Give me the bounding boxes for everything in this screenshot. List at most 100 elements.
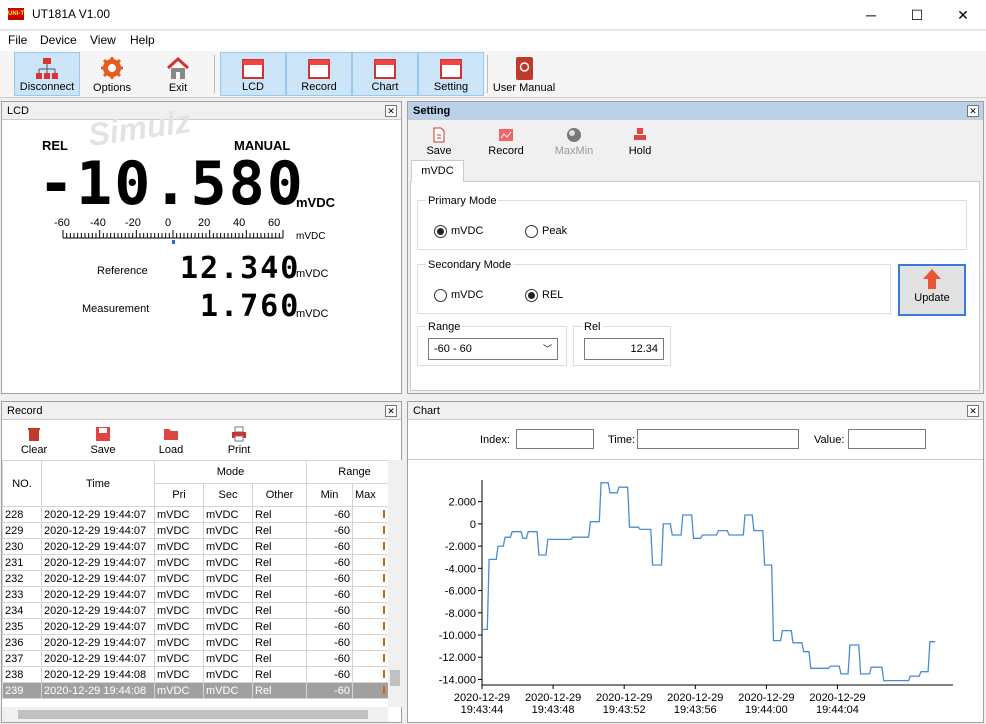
vertical-scrollbar[interactable] <box>388 460 402 707</box>
close-icon[interactable]: ✕ <box>385 105 397 117</box>
primary-mvdc-radio[interactable]: mVDC <box>434 225 483 238</box>
value-field[interactable] <box>848 429 926 449</box>
cell-pri: mVDC <box>154 618 204 635</box>
time-field[interactable] <box>637 429 799 449</box>
reference-label: Reference <box>97 265 148 277</box>
table-row[interactable]: 231 2020-12-29 19:44:07 mVDC mVDC Rel -60 <box>2 554 388 571</box>
range-value: -60 - 60 <box>434 343 472 355</box>
record-save-label: Save <box>90 444 116 456</box>
x-tick-label-date: 2020-12-29 <box>525 692 581 704</box>
header-time[interactable]: Time <box>41 460 155 507</box>
secondary-mvdc-radio[interactable]: mVDC <box>434 289 483 302</box>
menu-device[interactable]: Device <box>40 33 77 47</box>
close-icon[interactable]: ✕ <box>967 105 979 117</box>
record-toolbar-button[interactable]: Record <box>286 52 352 96</box>
x-tick-label-date: 2020-12-29 <box>667 692 723 704</box>
line-chart[interactable]: 2.000 0 -2.000 -4.000 -6.000 -8.000 -10.000 -12… <box>408 460 983 722</box>
cell-min: -60 <box>306 634 353 651</box>
scrollbar-thumb[interactable] <box>18 710 368 719</box>
close-button[interactable]: ✕ <box>940 0 986 30</box>
cell-time: 2020-12-29 19:44:07 <box>41 602 155 619</box>
table-row[interactable]: 239 2020-12-29 19:44:08 mVDC mVDC Rel -60 <box>2 682 388 699</box>
print-button[interactable]: Print <box>222 426 256 456</box>
update-button[interactable]: Update <box>898 264 966 316</box>
secondary-rel-radio[interactable]: REL <box>525 289 563 302</box>
hold-button[interactable]: Hold <box>622 127 658 157</box>
scale-label: -40 <box>90 217 106 229</box>
clear-button[interactable]: Clear <box>16 426 52 456</box>
rel-input[interactable]: 12.34 <box>584 338 664 360</box>
header-max[interactable]: Max <box>351 483 388 507</box>
range-select[interactable]: -60 - 60 ﹀ <box>428 338 558 360</box>
header-mode[interactable]: Mode <box>154 460 307 484</box>
cell-sec: mVDC <box>203 554 253 571</box>
table-row[interactable]: 237 2020-12-29 19:44:07 mVDC mVDC Rel -60 <box>2 650 388 667</box>
horizontal-scrollbar[interactable] <box>2 707 388 722</box>
menu-file[interactable]: File <box>8 33 27 47</box>
menu-view[interactable]: View <box>90 33 116 47</box>
table-row[interactable]: 228 2020-12-29 19:44:07 mVDC mVDC Rel -60 <box>2 506 388 523</box>
table-row[interactable]: 232 2020-12-29 19:44:07 mVDC mVDC Rel -60 <box>2 570 388 587</box>
cell-other: Rel <box>252 554 307 571</box>
window-icon <box>374 59 396 79</box>
primary-peak-radio[interactable]: Peak <box>525 225 567 238</box>
chart-panel-title: Chart <box>413 405 440 417</box>
record-save-button[interactable]: Save <box>86 426 120 456</box>
measurement-value: 1.760 <box>200 289 301 324</box>
cell-no: 237 <box>2 650 42 667</box>
header-pri[interactable]: Pri <box>154 483 204 507</box>
title-bar: UNI-T UT181A V1.00 ─ ☐ ✕ <box>0 0 986 30</box>
cell-time: 2020-12-29 19:44:07 <box>41 506 155 523</box>
table-row[interactable]: 234 2020-12-29 19:44:07 mVDC mVDC Rel -60 <box>2 602 388 619</box>
app-icon: UNI-T <box>8 8 24 20</box>
index-field[interactable] <box>516 429 594 449</box>
menu-help[interactable]: Help <box>130 33 155 47</box>
cell-no: 235 <box>2 618 42 635</box>
close-icon[interactable]: ✕ <box>967 405 979 417</box>
header-sec[interactable]: Sec <box>203 483 253 507</box>
y-tick-label: -4.000 <box>445 563 476 575</box>
window-icon <box>308 59 330 79</box>
exit-button[interactable]: Exit <box>148 52 208 96</box>
setting-record-label: Record <box>488 145 524 157</box>
bar-level-marker <box>172 240 175 244</box>
maximize-button[interactable]: ☐ <box>894 0 940 30</box>
table-row[interactable]: 233 2020-12-29 19:44:07 mVDC mVDC Rel -60 <box>2 586 388 603</box>
header-no[interactable]: NO. <box>2 460 42 507</box>
setting-toolbar-button[interactable]: Setting <box>418 52 484 96</box>
maxmin-button[interactable]: MaxMin <box>552 127 596 157</box>
table-row[interactable]: 229 2020-12-29 19:44:07 mVDC mVDC Rel -60 <box>2 522 388 539</box>
table-row[interactable]: 236 2020-12-29 19:44:07 mVDC mVDC Rel -60 <box>2 634 388 651</box>
cell-no: 233 <box>2 586 42 603</box>
x-tick-label-date: 2020-12-29 <box>596 692 652 704</box>
load-button[interactable]: Load <box>154 426 188 456</box>
cell-sec: mVDC <box>203 650 253 667</box>
lcd-button[interactable]: LCD <box>220 52 286 96</box>
setting-record-button[interactable]: Record <box>486 127 526 157</box>
chart-toolbar-button[interactable]: Chart <box>352 52 418 96</box>
cell-sec: mVDC <box>203 586 253 603</box>
user-manual-button[interactable]: User Manual <box>492 52 556 96</box>
disconnect-button[interactable]: Disconnect <box>14 52 80 96</box>
header-range[interactable]: Range <box>305 460 388 484</box>
manual-book-icon <box>516 57 533 80</box>
header-min[interactable]: Min <box>306 483 353 507</box>
tab-content: Primary Mode mVDC Peak Secondary Mode mV… <box>410 181 980 391</box>
options-button[interactable]: Options <box>82 52 142 96</box>
chart-toolbar-label: Chart <box>371 81 399 93</box>
table-row[interactable]: 230 2020-12-29 19:44:07 mVDC mVDC Rel -60 <box>2 538 388 555</box>
table-row[interactable]: 238 2020-12-29 19:44:08 mVDC mVDC Rel -60 <box>2 666 388 683</box>
setting-save-button[interactable]: Save <box>422 127 456 157</box>
primary-mode-label: Primary Mode <box>426 195 499 207</box>
tab-mvdc[interactable]: mVDC <box>411 160 464 182</box>
close-icon[interactable]: ✕ <box>385 405 397 417</box>
cell-time: 2020-12-29 19:44:08 <box>41 666 155 683</box>
setting-panel: Setting ✕ Save Record MaxMin Hold mVDC Pr… <box>407 101 984 394</box>
scrollbar-thumb[interactable] <box>390 670 400 686</box>
table-row[interactable]: 235 2020-12-29 19:44:07 mVDC mVDC Rel -60 <box>2 618 388 635</box>
scale-label: 20 <box>198 217 211 229</box>
scale-label: -60 <box>54 217 70 229</box>
header-other[interactable]: Other <box>252 483 307 507</box>
minimize-button[interactable]: ─ <box>848 0 894 30</box>
x-tick-label-date: 2020-12-29 <box>809 692 865 704</box>
